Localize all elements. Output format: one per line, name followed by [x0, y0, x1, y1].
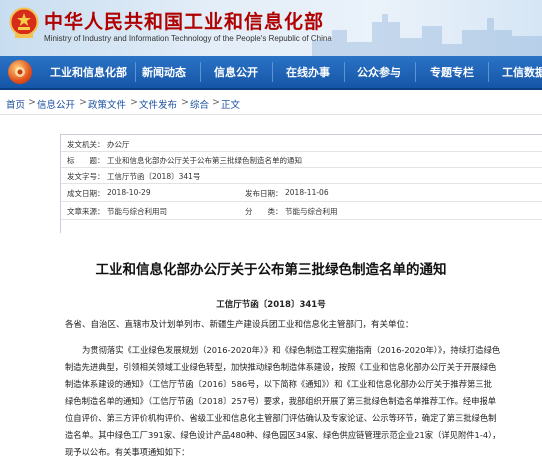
site-subtitle: Ministry of Industry and Information Tec… — [44, 34, 332, 43]
home-icon[interactable] — [8, 60, 32, 84]
nav-divider — [272, 62, 273, 82]
breadcrumb-separator: > — [130, 97, 138, 108]
meta-label: 文章来源： — [67, 207, 105, 216]
meta-label: 发文机关： — [67, 140, 105, 149]
paragraph-line: 制造体系建设的通知》（工信厅节函〔2016〕586号，以下简称《通知》）和《工业… — [65, 379, 492, 389]
meta-row-dates: 成文日期： 2018-10-29 发布日期： 2018-11-06 — [61, 183, 542, 202]
meta-label: 发文字号： — [67, 172, 105, 181]
meta-created-date: 2018-10-29 — [107, 188, 151, 197]
nav-divider — [200, 62, 201, 82]
paragraph-line: 绿色制造名单的通知》（工信厅节函〔2018〕257号）要求，我部组织开展了第三批… — [65, 396, 497, 406]
document-metadata: 发文机关： 办公厅 标 题： 工业和信息化部办公厅关于公布第三批绿色制造名单的通… — [60, 134, 542, 233]
breadcrumb-policy-documents[interactable]: 政策文件 — [88, 97, 126, 111]
paragraph-line: 为贯彻落实《工业绿色发展规划（2016-2020年）》和《绿色制造工程实施指南（… — [82, 345, 501, 355]
nav-item-data[interactable]: 工信数据 — [502, 64, 542, 80]
breadcrumb-separator: > — [28, 97, 36, 108]
nav-item-public-participation[interactable]: 公众参与 — [357, 64, 401, 80]
nav-divider — [415, 62, 416, 82]
meta-issuer: 办公厅 — [107, 140, 130, 149]
nav-divider — [135, 62, 136, 82]
breadcrumb-info-disclosure[interactable]: 信息公开 — [37, 97, 75, 111]
nav-item-special-topics[interactable]: 专题专栏 — [430, 64, 474, 80]
breadcrumb-home[interactable]: 首页 — [6, 97, 25, 111]
article-salutation: 各省、自治区、直辖市及计划单列市、新疆生产建设兵团工业和信息化主管部门，有关单位… — [65, 320, 414, 330]
meta-doc-number: 工信厅节函〔2018〕341号 — [107, 172, 201, 181]
paragraph-line: 位自评价、第三方评价机构评价、省级工业和信息化主管部门评估确认及专家论证、公示等… — [65, 413, 497, 423]
nav-item-info-disclosure[interactable]: 信息公开 — [214, 64, 258, 80]
meta-title: 工业和信息化部办公厅关于公布第三批绿色制造名单的通知 — [107, 156, 302, 165]
site-title: 中华人民共和国工业和信息化部 — [44, 11, 325, 33]
nav-item-miit[interactable]: 工业和信息化部 — [50, 64, 127, 80]
meta-row-issuer: 发文机关： 办公厅 — [61, 135, 542, 152]
meta-label: 标 题： — [67, 156, 105, 165]
paragraph-line: 制造先进典型，引领相关领域工业绿色转型，加快推动绿色制造体系建设，按照《工业和信… — [65, 362, 497, 372]
breadcrumb: 首页 > 信息公开 > 政策文件 > 文件发布 > 综合 > 正文 — [0, 92, 542, 115]
breadcrumb-separator: > — [79, 97, 87, 108]
nav-item-online-services[interactable]: 在线办事 — [286, 64, 330, 80]
nav-divider — [488, 62, 489, 82]
site-header: 中华人民共和国工业和信息化部 Ministry of Industry and … — [0, 0, 542, 56]
meta-label: 分 类： — [245, 207, 283, 216]
article-title: 工业和信息化部办公厅关于公布第三批绿色制造名单的通知 — [95, 262, 447, 278]
paragraph-line: 现予以公布。有关事项通知如下： — [65, 447, 190, 457]
breadcrumb-general[interactable]: 综合 — [190, 97, 209, 111]
paragraph-line: 造名单。其中绿色工厂391家、绿色设计产品480种、绿色园区34家、绿色供应链管… — [65, 430, 501, 440]
article-doc-number: 工信厅节函〔2018〕341号 — [216, 300, 326, 310]
meta-row-doc-number: 发文字号： 工信厅节函〔2018〕341号 — [61, 167, 542, 184]
meta-label: 发布日期： — [245, 189, 283, 198]
breadcrumb-separator: > — [181, 97, 189, 108]
nav-item-news[interactable]: 新闻动态 — [142, 64, 186, 80]
meta-row-source: 文章来源： 节能与综合利用司 分 类： 节能与综合利用 — [61, 201, 542, 220]
meta-published-date: 2018-11-06 — [285, 188, 329, 197]
meta-label: 成文日期： — [67, 189, 105, 198]
national-emblem-icon[interactable] — [9, 7, 39, 39]
meta-topic: 节能与综合利用 — [285, 207, 338, 216]
breadcrumb-separator: > — [212, 97, 220, 108]
meta-source: 节能与综合利用司 — [107, 207, 167, 216]
nav-divider — [344, 62, 345, 82]
main-nav: 工业和信息化部 新闻动态 信息公开 在线办事 公众参与 专题专栏 工信数据 — [0, 56, 542, 90]
breadcrumb-body: 正文 — [221, 100, 241, 111]
meta-row-title: 标 题： 工业和信息化部办公厅关于公布第三批绿色制造名单的通知 — [61, 151, 542, 168]
breadcrumb-document-release[interactable]: 文件发布 — [139, 97, 177, 111]
skyline-decoration — [312, 14, 542, 56]
